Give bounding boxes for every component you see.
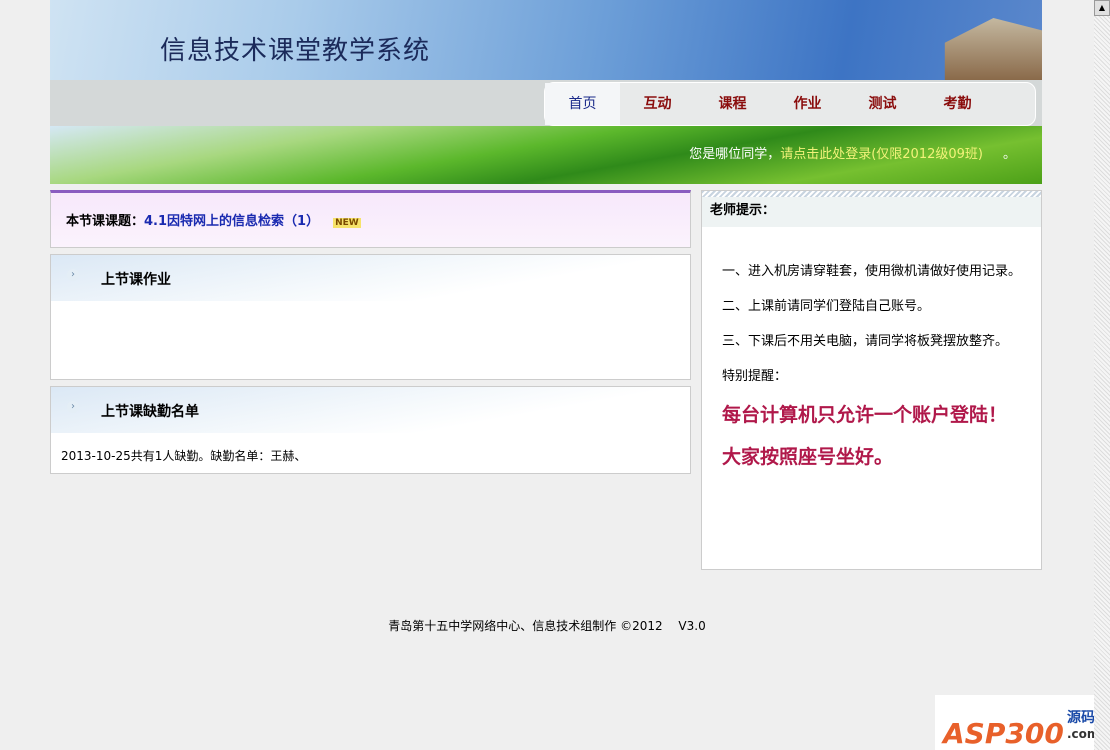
nav-home[interactable]: 首页: [545, 83, 620, 125]
tips-title: 老师提示：: [702, 197, 1041, 227]
login-prompt: 您是哪位同学，请点击此处登录(仅限2012级09班) 。: [689, 143, 1016, 162]
scroll-up-icon[interactable]: ▲: [1094, 0, 1110, 16]
nav-tests[interactable]: 测试: [845, 83, 920, 125]
nav-bar: 首页 互动 课程 作业 测试 考勤: [50, 80, 1042, 126]
chevron-right-icon: ›: [67, 269, 79, 281]
chevron-right-icon: ›: [67, 401, 79, 413]
login-prefix: 您是哪位同学，: [689, 147, 781, 162]
tip-item: 一、进入机房请穿鞋套，使用微机请做好使用记录。: [722, 264, 1022, 279]
tip-highlight: 每台计算机只允许一个账户登陆！: [722, 404, 1008, 426]
nav-courses[interactable]: 课程: [695, 83, 770, 125]
nav-homework[interactable]: 作业: [770, 83, 845, 125]
homework-panel: › 上节课作业: [50, 254, 691, 380]
site-title: 信息技术课堂教学系统: [160, 36, 431, 66]
topic-label: 本节课课题：: [66, 214, 145, 229]
tip-item: 二、上课前请同学们登陆自己账号。: [722, 299, 931, 314]
left-column: 本节课课题：4.1因特网上的信息检索（1） NEW › 上节课作业 › 上节课缺勤名单…: [50, 190, 691, 480]
footer: 青岛第十五中学网络中心、信息技术组制作 ©2012 V3.0: [388, 619, 706, 633]
header-banner: 信息技术课堂教学系统: [50, 0, 1042, 80]
logo-main: ASP300: [943, 717, 1064, 750]
homework-title: 上节课作业: [101, 272, 171, 288]
asp300-logo: ASP300 源码 .com: [935, 695, 1105, 750]
new-badge: NEW: [333, 218, 361, 228]
absence-title: 上节课缺勤名单: [101, 404, 199, 420]
page: 信息技术课堂教学系统 首页 互动 课程 作业 测试 考勤 您是哪位同学，请点击此…: [50, 0, 1042, 570]
tip-item: 特别提醒：: [722, 369, 788, 384]
hills-banner: 您是哪位同学，请点击此处登录(仅限2012级09班) 。: [50, 126, 1042, 184]
logo-cn: 源码: [1067, 710, 1095, 726]
absence-text: 2013-10-25共有1人缺勤。缺勤名单：王赫、: [61, 449, 307, 463]
vertical-scrollbar[interactable]: ▲: [1094, 0, 1110, 750]
login-suffix: 。: [1002, 147, 1016, 162]
tip-highlight: 大家按照座号坐好。: [722, 446, 894, 468]
login-link[interactable]: 请点击此处登录(仅限2012级09班): [780, 147, 983, 162]
nav-attendance[interactable]: 考勤: [920, 83, 995, 125]
house-image: [944, 18, 1042, 80]
nav-interaction[interactable]: 互动: [620, 83, 695, 125]
topic-link[interactable]: 4.1因特网上的信息检索（1）: [144, 214, 319, 229]
tip-item: 三、下课后不用关电脑，请同学将板凳摆放整齐。: [722, 334, 1009, 349]
topic-box: 本节课课题：4.1因特网上的信息检索（1） NEW: [50, 190, 691, 248]
teacher-tips-panel: 老师提示： 一、进入机房请穿鞋套，使用微机请做好使用记录。 二、上课前请同学们登…: [701, 190, 1042, 570]
absence-panel: › 上节课缺勤名单 2013-10-25共有1人缺勤。缺勤名单：王赫、: [50, 386, 691, 474]
